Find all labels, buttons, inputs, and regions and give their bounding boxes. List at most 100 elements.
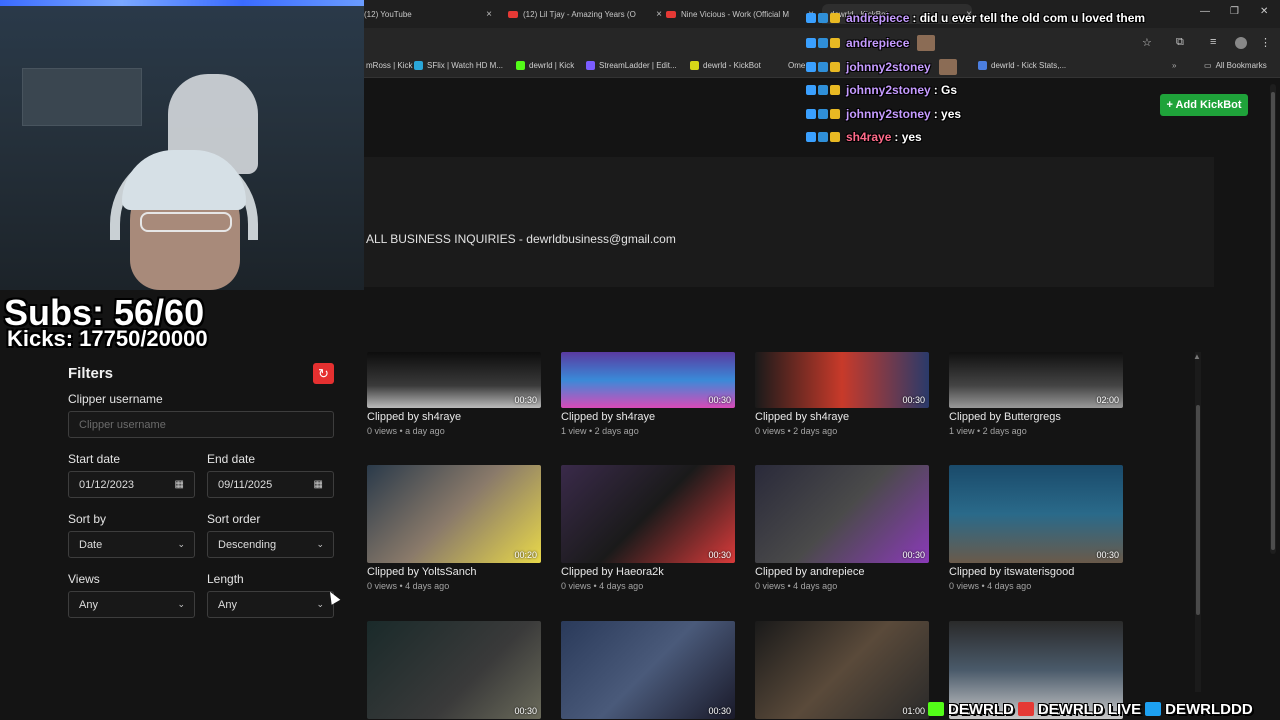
profile-avatar[interactable] (1235, 37, 1247, 49)
sort-by-select[interactable]: Date ⌄ (68, 531, 195, 558)
clip-thumbnail[interactable]: 00:30 (755, 352, 929, 408)
wall-frame (22, 68, 142, 126)
all-bookmarks[interactable]: ▭ All Bookmarks (1204, 61, 1267, 70)
clip-card[interactable]: 00:30 Clipped by Haeora2k 0 views • 4 da… (561, 465, 735, 591)
end-date-value: 09/11/2025 (218, 478, 273, 491)
clip-card[interactable]: 00:30 Clipped by sh4raye 0 views • 2 day… (755, 352, 929, 436)
clip-thumbnail[interactable]: 00:30 (755, 465, 929, 563)
bookmark-item[interactable]: dewrld - Kick Stats,... (978, 61, 1066, 70)
clips-scrollbar-thumb[interactable] (1196, 405, 1200, 615)
clip-card[interactable]: 00:30 Clipped by sh4raye 0 views • a day… (367, 352, 541, 436)
clip-author[interactable]: Clipped by sh4raye (755, 411, 929, 423)
refresh-icon: ↻ (318, 365, 329, 381)
views-select[interactable]: Any ⌄ (68, 591, 195, 618)
scroll-up-icon[interactable]: ▲ (1193, 352, 1201, 361)
clip-author[interactable]: Clipped by sh4raye (561, 411, 735, 423)
chat-username: andrepiece (846, 36, 910, 50)
clip-author[interactable]: Clipped by YoltsSanch (367, 566, 541, 578)
crown-icon (830, 38, 840, 48)
start-date-input[interactable]: 01/12/2023 ▦ (68, 471, 195, 498)
twitter-icon (1145, 702, 1162, 716)
bookmark-item[interactable]: SFlix | Watch HD M... (414, 61, 503, 70)
clip-duration: 00:30 (1096, 550, 1119, 560)
clip-author[interactable]: Clipped by andrepiece (755, 566, 929, 578)
length-label: Length (207, 572, 244, 586)
clip-author[interactable]: Clipped by sh4raye (367, 411, 541, 423)
business-inquiries: ALL BUSINESS INQUIRIES - dewrldbusiness@… (366, 232, 676, 246)
chat-username: andrepiece (846, 11, 910, 25)
close-icon[interactable]: × (656, 9, 662, 20)
chat-text: : yes (894, 130, 922, 144)
maximize-icon[interactable]: ❐ (1230, 6, 1239, 17)
crown-icon (830, 62, 840, 72)
chat-username: sh4raye (846, 130, 892, 144)
clip-card[interactable]: 00:30 (561, 621, 735, 719)
chat-text: : Gs (933, 83, 958, 97)
clip-thumbnail[interactable]: 02:00 (949, 352, 1123, 408)
bookmark-item[interactable]: dewrld - KickBot (690, 61, 761, 70)
reset-filters-button[interactable]: ↻ (313, 363, 334, 384)
add-kickbot-button[interactable]: + Add KickBot (1160, 94, 1248, 116)
close-icon[interactable]: × (486, 9, 492, 20)
clip-thumbnail[interactable]: 00:30 (561, 465, 735, 563)
menu-icon[interactable]: ⋮ (1260, 36, 1271, 49)
clip-meta: 0 views • 4 days ago (561, 581, 644, 591)
end-date-input[interactable]: 09/11/2025 ▦ (207, 471, 334, 498)
chat-message: johnny2stoney (806, 59, 957, 75)
badge-icon (818, 62, 828, 72)
bookmark-item[interactable]: dewrld | Kick (516, 61, 574, 70)
calendar-icon[interactable]: ▦ (175, 479, 184, 490)
calendar-icon[interactable]: ▦ (314, 479, 323, 490)
clip-thumbnail[interactable]: 00:30 (561, 352, 735, 408)
clipper-username-input[interactable]: Clipper username (68, 411, 334, 438)
sort-order-select[interactable]: Descending ⌄ (207, 531, 334, 558)
crown-icon (830, 109, 840, 119)
kicks-counter: Kicks: 17750/20000 (7, 326, 208, 351)
clip-duration: 00:30 (902, 395, 925, 405)
clip-thumbnail[interactable]: 00:30 (949, 465, 1123, 563)
clip-thumbnail[interactable]: 01:00 (755, 621, 929, 719)
clip-card[interactable]: 00:30 Clipped by andrepiece 0 views • 4 … (755, 465, 929, 591)
clip-duration: 00:20 (514, 550, 537, 560)
badge-icon (806, 85, 816, 95)
clip-author[interactable]: Clipped by Haeora2k (561, 566, 735, 578)
clip-card[interactable]: 00:30 (367, 621, 541, 719)
window-close-icon[interactable]: ✕ (1260, 6, 1268, 17)
clip-thumbnail[interactable]: 00:30 (367, 352, 541, 408)
clip-card[interactable]: 01:00 (755, 621, 929, 719)
clip-card[interactable]: 00:30 Clipped by itswaterisgood 0 views … (949, 465, 1123, 591)
clip-card[interactable]: 00:20 Clipped by YoltsSanch 0 views • 4 … (367, 465, 541, 591)
media-icon[interactable]: ≡ (1210, 36, 1216, 48)
chevron-down-icon: ⌄ (316, 539, 324, 549)
webcam-feed (0, 0, 364, 290)
bookmark-item[interactable]: Ome (788, 61, 805, 70)
bookmark-item[interactable]: mRoss | Kick (366, 61, 413, 70)
bookmark-item[interactable]: StreamLadder | Edit... (586, 61, 677, 70)
clip-thumbnail[interactable]: 00:20 (367, 465, 541, 563)
star-icon[interactable]: ☆ (1142, 36, 1152, 49)
badge-icon (818, 38, 828, 48)
clip-author[interactable]: Clipped by Buttergregs (949, 411, 1123, 423)
clip-thumbnail[interactable]: 00:30 (367, 621, 541, 719)
tab-lil-tjay[interactable]: (12) Lil Tjay - Amazing Years (O × (508, 4, 662, 24)
extensions-icon[interactable]: ⧉ (1176, 36, 1184, 49)
clip-author[interactable]: Clipped by itswaterisgood (949, 566, 1123, 578)
clip-card[interactable]: 02:00 Clipped by Buttergregs 1 view • 2 … (949, 352, 1123, 436)
bookmarks-overflow-icon[interactable]: » (1172, 61, 1176, 70)
clip-duration: 00:30 (708, 395, 731, 405)
minimize-icon[interactable]: — (1200, 6, 1210, 17)
views-label: Views (68, 572, 100, 586)
tab-nine-vicious[interactable]: Nine Vicious - Work (Official M × (666, 4, 814, 24)
length-select[interactable]: Any ⌄ (207, 591, 334, 618)
clip-card[interactable]: 00:30 Clipped by sh4raye 1 view • 2 days… (561, 352, 735, 436)
tab-label: Nine Vicious - Work (Official M (681, 9, 790, 19)
tab-youtube[interactable]: (12) YouTube × (364, 4, 492, 24)
clip-duration: 00:30 (514, 706, 537, 716)
chevron-down-icon: ⌄ (316, 599, 324, 609)
badge-icon (818, 109, 828, 119)
start-date-label: Start date (68, 452, 121, 466)
chat-text: : yes (933, 107, 962, 121)
clip-thumbnail[interactable]: 00:30 (561, 621, 735, 719)
page-scrollbar-thumb[interactable] (1271, 92, 1275, 550)
kickbot-icon (690, 61, 699, 70)
